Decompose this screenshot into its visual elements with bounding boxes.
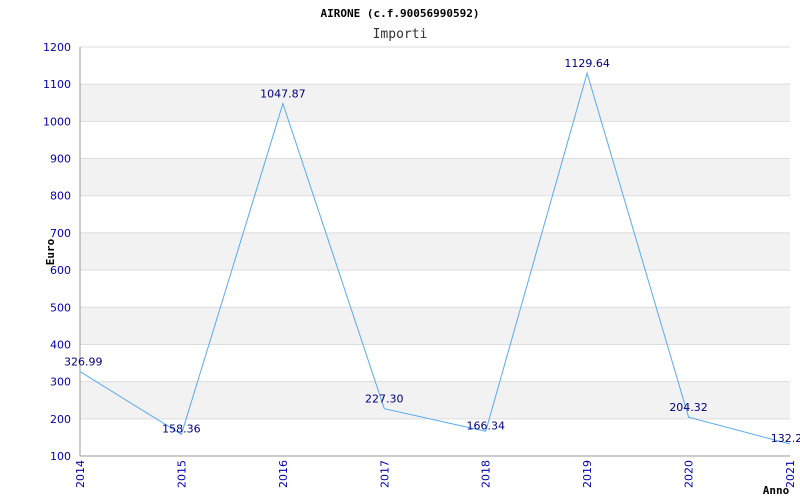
- grid-band: [80, 158, 790, 196]
- y-tick-label: 900: [50, 153, 71, 166]
- x-tick-label: 2014: [74, 460, 87, 488]
- y-tick-label: 1000: [43, 115, 71, 128]
- y-tick-label: 500: [50, 301, 71, 314]
- x-tick-label: 2017: [378, 460, 391, 488]
- x-tick-label: 2015: [175, 460, 188, 488]
- data-label: 158.36: [162, 422, 201, 435]
- y-tick-label: 100: [50, 450, 71, 463]
- y-tick-label: 700: [50, 227, 71, 240]
- data-label: 132.23: [771, 432, 800, 445]
- y-tick-label: 400: [50, 338, 71, 351]
- x-tick-label: 2020: [683, 460, 696, 488]
- y-tick-label: 300: [50, 376, 71, 389]
- chart-subtitle: Importi: [373, 27, 428, 42]
- grid-bands: [80, 84, 790, 419]
- chart-title: AIRONE (c.f.90056990592): [321, 7, 480, 20]
- y-axis-label: Euro: [44, 238, 57, 265]
- x-tick-label: 2016: [277, 460, 290, 488]
- grid-band: [80, 84, 790, 122]
- x-axis-ticks: 2014 2015 2016 2017 2018 2019 2020 2021: [74, 460, 797, 488]
- y-tick-label: 1200: [43, 41, 71, 54]
- grid-band: [80, 232, 790, 271]
- y-tick-label: 800: [50, 190, 71, 203]
- x-axis-label: Anno: [763, 484, 790, 497]
- data-label: 227.30: [365, 393, 404, 406]
- data-label: 1129.64: [564, 57, 610, 70]
- grid-band: [80, 307, 790, 345]
- data-label: 326.99: [64, 356, 103, 369]
- line-chart: 100200300400500600700800900100011001200 …: [43, 7, 800, 497]
- x-tick-label: 2019: [581, 460, 594, 488]
- data-label: 1047.87: [260, 88, 306, 101]
- y-tick-label: 200: [50, 413, 71, 426]
- data-label: 204.32: [669, 401, 708, 414]
- y-tick-label: 1100: [43, 78, 71, 91]
- data-label: 166.34: [466, 419, 505, 432]
- x-tick-label: 2018: [480, 460, 493, 488]
